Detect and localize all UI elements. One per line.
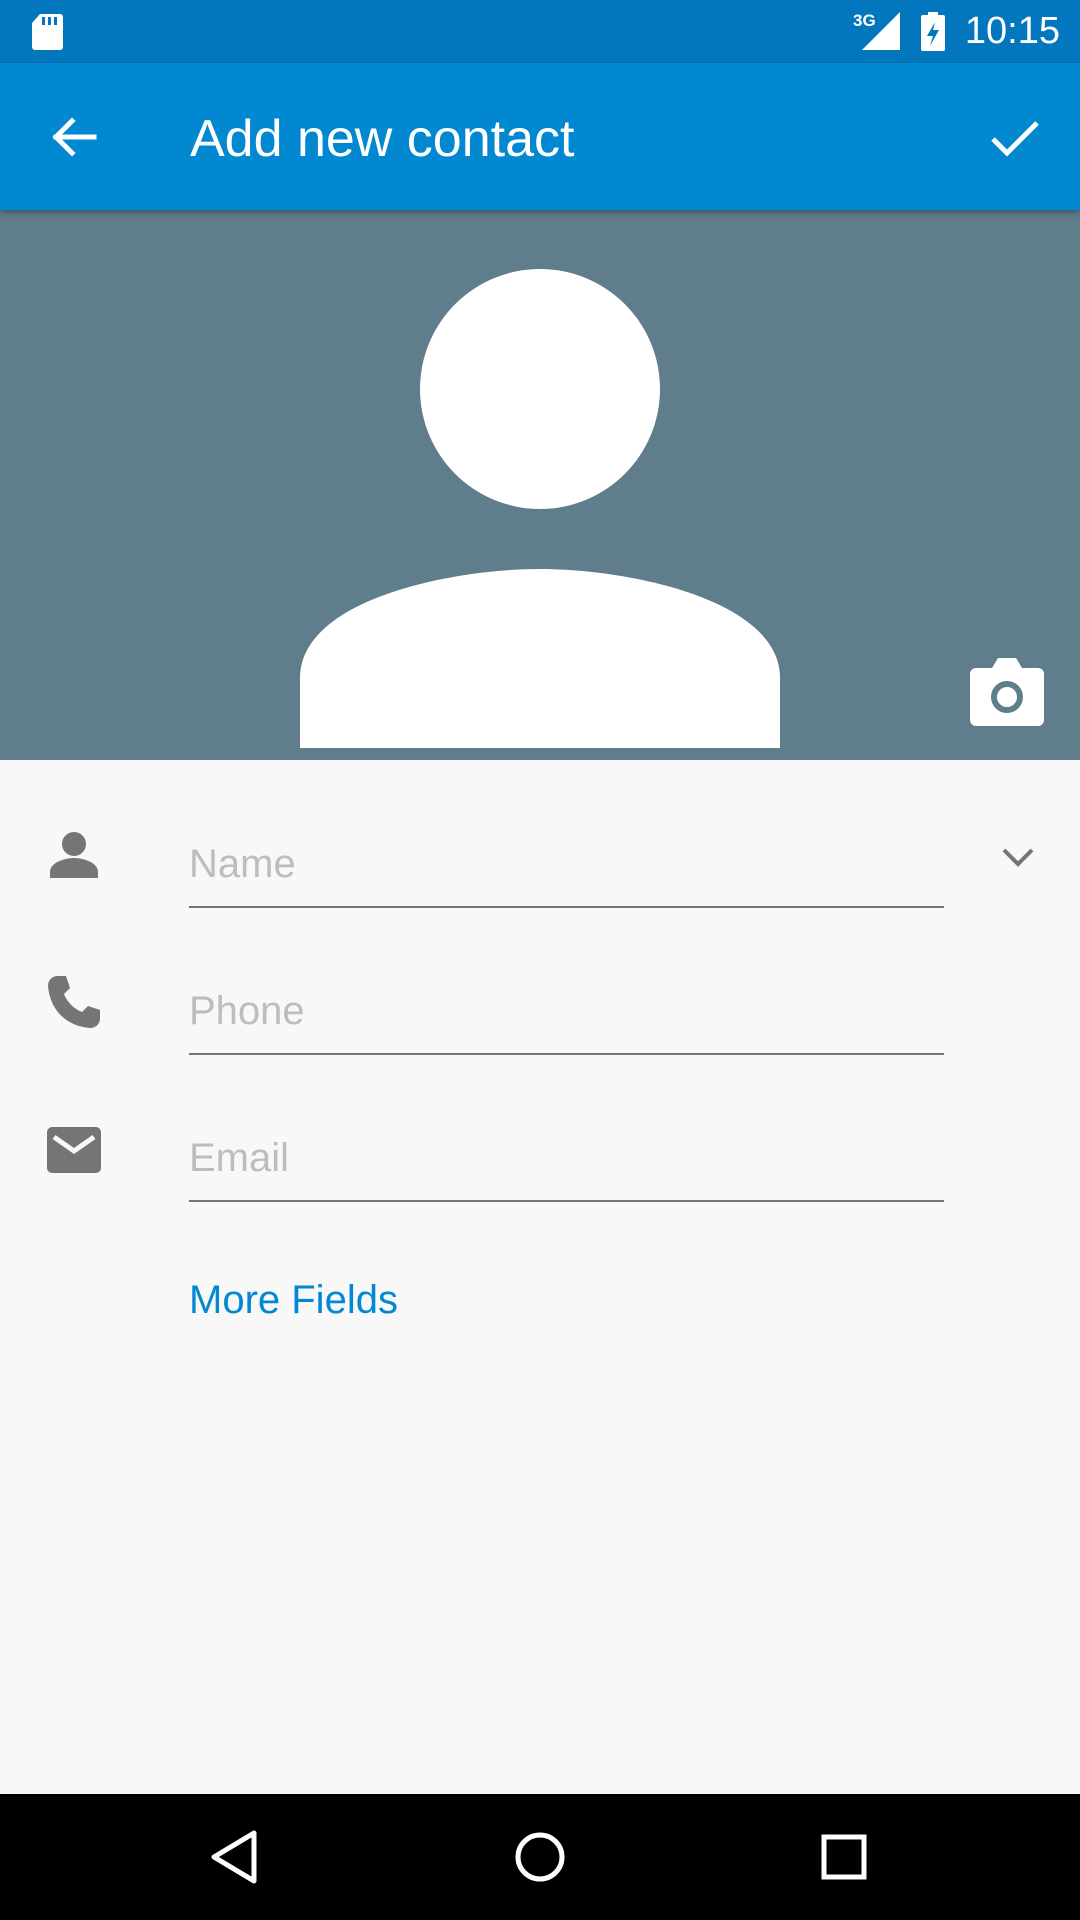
battery-charging-icon xyxy=(921,12,945,51)
save-button[interactable] xyxy=(980,103,1048,171)
app-bar: Add new contact xyxy=(0,63,1080,210)
recents-square-icon xyxy=(821,1834,867,1880)
arrow-back-icon xyxy=(52,117,97,157)
nav-recents-button[interactable] xyxy=(804,1817,884,1897)
email-field[interactable] xyxy=(189,1116,944,1202)
expand-name-button[interactable] xyxy=(993,832,1043,882)
nav-home-button[interactable] xyxy=(500,1817,580,1897)
name-field[interactable] xyxy=(189,822,944,908)
nav-back-button[interactable] xyxy=(196,1817,276,1897)
status-bar: 3G 10:15 xyxy=(0,0,1080,63)
signal-icon xyxy=(862,12,900,50)
change-photo-button[interactable] xyxy=(966,654,1048,730)
home-circle-icon xyxy=(515,1832,565,1882)
contact-photo-area[interactable] xyxy=(0,210,1080,760)
system-nav-bar xyxy=(0,1794,1080,1920)
more-fields-button[interactable]: More Fields xyxy=(189,1278,398,1323)
sd-card-icon xyxy=(32,14,63,50)
person-icon xyxy=(50,832,98,878)
phone-icon xyxy=(48,976,100,1028)
status-time: 10:15 xyxy=(964,10,1060,52)
email-icon xyxy=(47,1127,101,1173)
back-triangle-icon xyxy=(211,1830,257,1884)
person-placeholder-icon xyxy=(300,269,780,748)
chevron-down-icon xyxy=(1002,848,1034,867)
camera-icon xyxy=(970,658,1044,726)
check-icon xyxy=(991,121,1039,157)
phone-field[interactable] xyxy=(189,969,944,1055)
back-button[interactable] xyxy=(40,103,108,171)
page-title: Add new contact xyxy=(190,110,575,168)
